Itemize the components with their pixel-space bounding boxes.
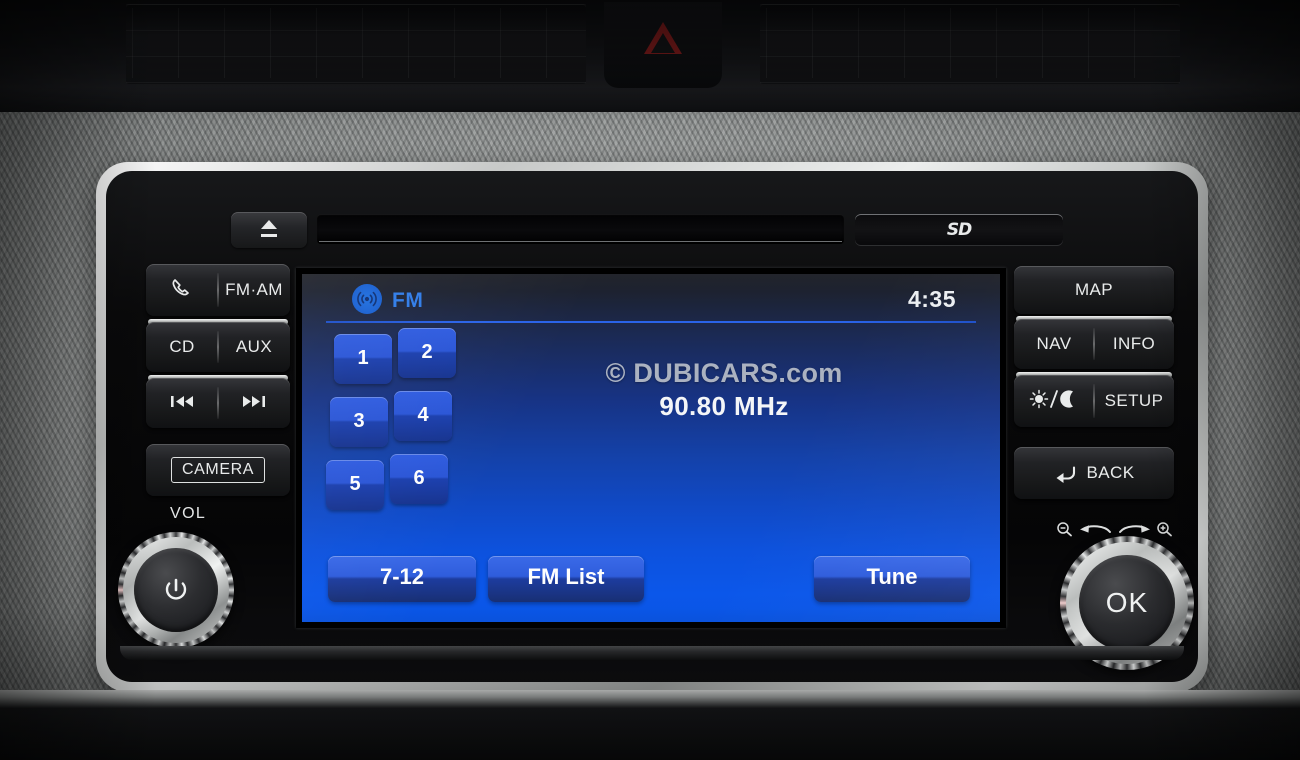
screenshot-stage: SD FM·AM CD AUX (0, 0, 1300, 760)
image-vignette (0, 0, 1300, 760)
